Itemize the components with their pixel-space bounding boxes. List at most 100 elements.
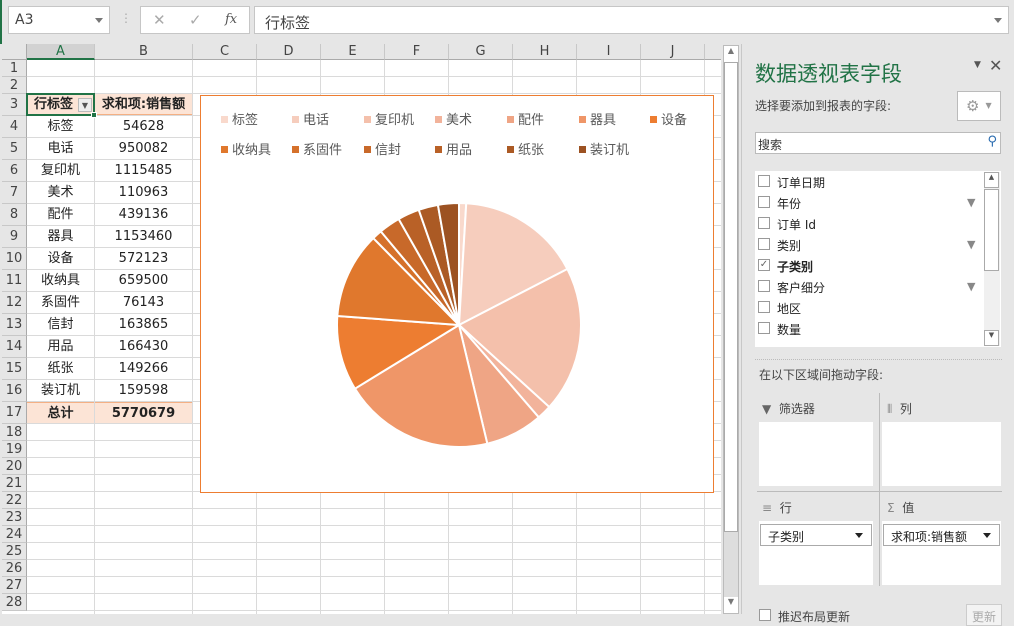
row-header[interactable]: 25 bbox=[2, 543, 27, 560]
pivot-row-value[interactable]: 166430 bbox=[95, 336, 192, 357]
field-item[interactable]: 类别 ▼ bbox=[755, 235, 995, 256]
chevron-down-icon[interactable] bbox=[95, 18, 103, 27]
field-checkbox[interactable] bbox=[758, 322, 770, 334]
row-header[interactable]: 18 bbox=[2, 424, 27, 441]
field-checkbox[interactable] bbox=[758, 196, 770, 208]
values-field-pill[interactable]: 求和项:销售额 bbox=[883, 524, 1000, 546]
column-header[interactable]: H bbox=[513, 44, 577, 60]
name-box[interactable]: A3 bbox=[8, 6, 110, 34]
pivot-row-value[interactable]: 439136 bbox=[95, 204, 192, 225]
column-header[interactable]: E bbox=[321, 44, 385, 60]
field-list-scrollbar[interactable]: ▲ ▼ bbox=[984, 172, 1000, 346]
pivot-total-label[interactable]: 总计 bbox=[27, 402, 94, 423]
column-header[interactable]: A bbox=[27, 44, 95, 60]
field-item[interactable]: 年份 ▼ bbox=[755, 193, 995, 214]
search-icon[interactable]: ⚲ bbox=[987, 134, 997, 149]
row-header[interactable]: 19 bbox=[2, 441, 27, 458]
pivot-row-value[interactable]: 950082 bbox=[95, 138, 192, 159]
scrollbar-track[interactable] bbox=[724, 532, 738, 597]
row-header[interactable]: 11 bbox=[2, 270, 27, 292]
pivot-row-value[interactable]: 659500 bbox=[95, 270, 192, 291]
values-drop-area[interactable]: 求和项:销售额 bbox=[882, 521, 1001, 585]
pivot-row-label[interactable]: 收纳具 bbox=[27, 270, 94, 291]
row-header[interactable]: 1 bbox=[2, 60, 27, 77]
row-header[interactable]: 27 bbox=[2, 577, 27, 594]
row-header[interactable]: 13 bbox=[2, 314, 27, 336]
row-header[interactable]: 14 bbox=[2, 336, 27, 358]
close-icon[interactable]: ✕ bbox=[989, 56, 1002, 75]
row-header[interactable]: 16 bbox=[2, 380, 27, 402]
pivot-row-value[interactable]: 159598 bbox=[95, 380, 192, 401]
field-checkbox[interactable]: ✓ bbox=[758, 259, 770, 271]
scroll-up-icon[interactable]: ▲ bbox=[984, 172, 999, 188]
filter-dropdown-button[interactable]: ▼ bbox=[78, 98, 92, 112]
cancel-icon[interactable]: ✕ bbox=[153, 11, 166, 29]
field-item[interactable]: ✓ 子类别 bbox=[755, 256, 995, 277]
row-header[interactable]: 15 bbox=[2, 358, 27, 380]
pivot-row-value[interactable]: 163865 bbox=[95, 314, 192, 335]
pivot-row-label[interactable]: 装订机 bbox=[27, 380, 94, 401]
row-header[interactable]: 24 bbox=[2, 526, 27, 543]
row-header[interactable]: 2 bbox=[2, 77, 27, 94]
field-checkbox[interactable] bbox=[758, 280, 770, 292]
column-header[interactable]: I bbox=[577, 44, 641, 60]
pivot-row-label[interactable]: 标签 bbox=[27, 116, 94, 137]
vertical-scrollbar[interactable]: ▲ ▼ bbox=[723, 45, 739, 614]
column-header[interactable]: B bbox=[95, 44, 193, 60]
field-checkbox[interactable] bbox=[758, 217, 770, 229]
row-header[interactable]: 28 bbox=[2, 594, 27, 611]
columns-drop-area[interactable] bbox=[882, 422, 1001, 486]
row-header[interactable]: 9 bbox=[2, 226, 27, 248]
update-button[interactable]: 更新 bbox=[966, 604, 1002, 626]
pivot-row-value[interactable]: 54628 bbox=[95, 116, 192, 137]
rows-field-pill[interactable]: 子类别 bbox=[760, 524, 872, 546]
insert-function-button[interactable]: fx bbox=[225, 12, 237, 27]
pivot-row-value[interactable]: 1153460 bbox=[95, 226, 192, 247]
pivot-row-label[interactable]: 设备 bbox=[27, 248, 94, 269]
pivot-row-value[interactable]: 572123 bbox=[95, 248, 192, 269]
settings-button[interactable]: ⚙ ▼ bbox=[957, 91, 1001, 121]
pivot-row-label[interactable]: 系固件 bbox=[27, 292, 94, 313]
row-header[interactable]: 10 bbox=[2, 248, 27, 270]
row-header[interactable]: 3 bbox=[2, 94, 27, 116]
column-header[interactable] bbox=[705, 44, 721, 60]
column-header[interactable]: J bbox=[641, 44, 705, 60]
row-header[interactable]: 23 bbox=[2, 509, 27, 526]
pivot-row-label[interactable]: 复印机 bbox=[27, 160, 94, 181]
row-header[interactable]: 5 bbox=[2, 138, 27, 160]
field-checkbox[interactable] bbox=[758, 238, 770, 250]
scrollbar-thumb[interactable] bbox=[984, 189, 999, 271]
column-header[interactable]: D bbox=[257, 44, 321, 60]
row-header[interactable]: 22 bbox=[2, 492, 27, 509]
pie-chart[interactable]: 标签 电话 复印机 美术 配件 器具 设备 收纳具 系固件 信封 用品 纸张 装订机 bbox=[200, 95, 714, 493]
pivot-total-value[interactable]: 5770679 bbox=[95, 402, 192, 423]
pane-options-icon[interactable]: ▼ bbox=[974, 60, 981, 70]
pivot-row-label[interactable]: 信封 bbox=[27, 314, 94, 335]
pivot-row-label[interactable]: 用品 bbox=[27, 336, 94, 357]
pivot-row-value[interactable]: 76143 bbox=[95, 292, 192, 313]
column-header[interactable]: C bbox=[193, 44, 257, 60]
defer-update-checkbox[interactable] bbox=[759, 609, 771, 621]
field-item[interactable]: 订单 Id bbox=[755, 214, 995, 235]
formula-input[interactable]: 行标签 bbox=[254, 6, 1009, 34]
row-header[interactable]: 4 bbox=[2, 116, 27, 138]
pivot-row-label[interactable]: 电话 bbox=[27, 138, 94, 159]
row-header[interactable]: 12 bbox=[2, 292, 27, 314]
row-header[interactable]: 21 bbox=[2, 475, 27, 492]
row-header[interactable]: 7 bbox=[2, 182, 27, 204]
expand-formula-icon[interactable] bbox=[994, 18, 1002, 27]
field-search-input[interactable]: 搜索 ⚲ bbox=[755, 132, 1001, 154]
field-item[interactable]: 地区 bbox=[755, 298, 995, 319]
row-header[interactable]: 20 bbox=[2, 458, 27, 475]
pivot-row-label[interactable]: 器具 bbox=[27, 226, 94, 247]
pivot-row-value[interactable]: 110963 bbox=[95, 182, 192, 203]
row-header[interactable]: 26 bbox=[2, 560, 27, 577]
field-item[interactable]: 订单日期 bbox=[755, 172, 995, 193]
filters-drop-area[interactable] bbox=[759, 422, 873, 486]
pivot-row-value[interactable]: 1115485 bbox=[95, 160, 192, 181]
pivot-row-label[interactable]: 纸张 bbox=[27, 358, 94, 379]
enter-icon[interactable]: ✓ bbox=[189, 11, 202, 29]
pivot-row-value[interactable]: 149266 bbox=[95, 358, 192, 379]
field-checkbox[interactable] bbox=[758, 175, 770, 187]
rows-drop-area[interactable]: 子类别 bbox=[759, 521, 873, 585]
